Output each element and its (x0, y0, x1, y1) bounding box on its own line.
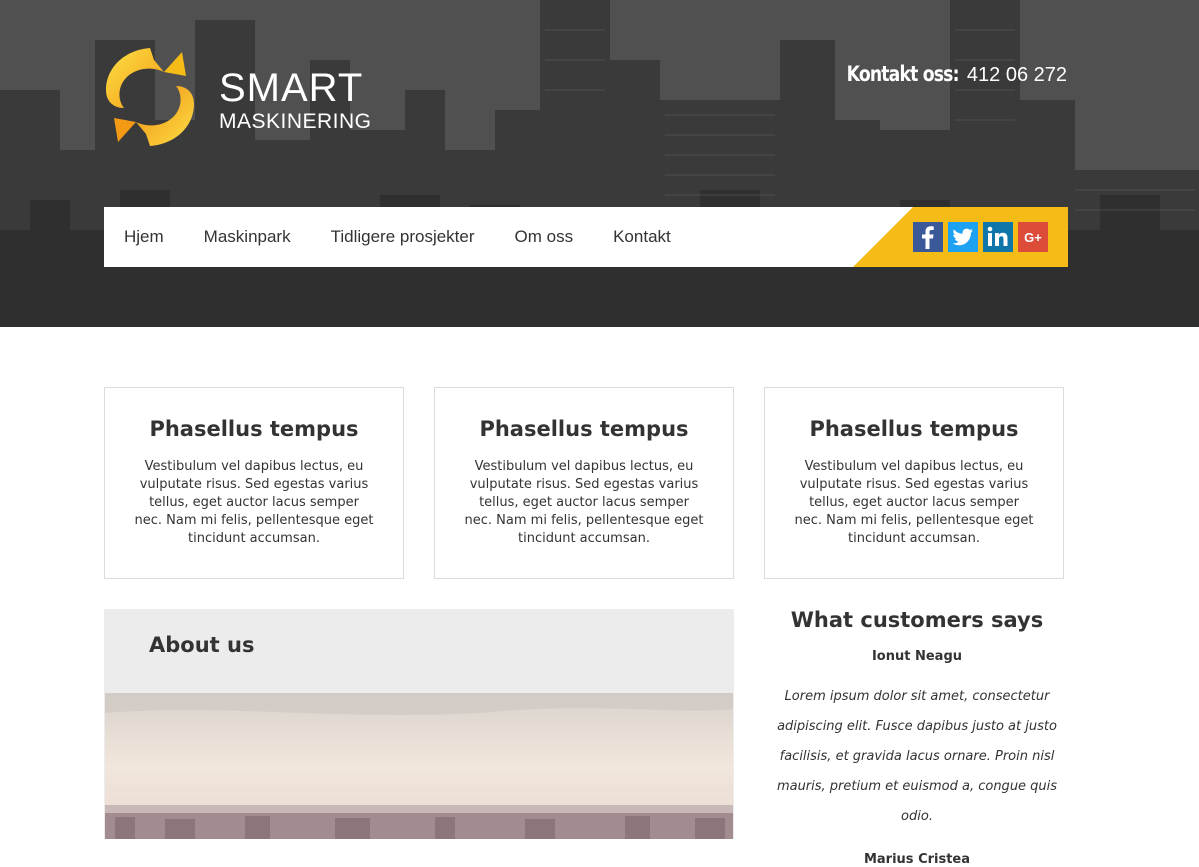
nav-item-hjem[interactable]: Hjem (124, 227, 164, 247)
feature-text: Vestibulum vel dapibus lectus, eu vulput… (464, 459, 704, 546)
about-title: About us (149, 633, 255, 657)
testimonial-author: Marius Cristea (863, 852, 971, 867)
about-section: About us (104, 609, 734, 839)
facebook-icon[interactable] (913, 222, 943, 252)
nav-menu: Hjem Maskinpark Tidligere prosjekter Om … (104, 207, 691, 267)
nav-item-tidligere-prosjekter[interactable]: Tidligere prosjekter (331, 227, 475, 247)
logo-swirl-icon (106, 48, 194, 146)
feature-text: Vestibulum vel dapibus lectus, eu vulput… (134, 459, 374, 546)
feature-text: Vestibulum vel dapibus lectus, eu vulput… (794, 459, 1034, 546)
testimonial-quote: Lorem ipsum dolor sit amet, consectetur … (776, 689, 1058, 824)
linkedin-icon[interactable] (983, 222, 1013, 252)
hero-header: SMART MASKINERING Kontakt oss: 412 06 27… (0, 0, 1199, 327)
brand-logo[interactable]: SMART MASKINERING (104, 46, 384, 150)
feature-box: Phasellus tempus Vestibulum vel dapibus … (104, 387, 404, 579)
feature-boxes: Phasellus tempus Vestibulum vel dapibus … (104, 387, 1064, 579)
main-navigation: Hjem Maskinpark Tidligere prosjekter Om … (104, 207, 1068, 267)
feature-title: Phasellus tempus (149, 417, 359, 441)
brand-name: SMART (219, 66, 364, 110)
twitter-icon[interactable] (948, 222, 978, 252)
google-plus-icon[interactable]: G+ (1018, 222, 1048, 252)
social-links: G+ (853, 207, 1068, 267)
feature-title: Phasellus tempus (479, 417, 689, 441)
nav-item-maskinpark[interactable]: Maskinpark (204, 227, 291, 247)
social-icon-group: G+ (913, 222, 1048, 252)
brand-subname: MASKINERING (219, 110, 372, 133)
header-contact: Kontakt oss: 412 06 272 (822, 62, 1067, 87)
contact-phone[interactable]: 412 06 272 (967, 64, 1067, 86)
feature-box: Phasellus tempus Vestibulum vel dapibus … (434, 387, 734, 579)
testimonials-section: What customers says Ionut Neagu Lorem ip… (764, 605, 1070, 867)
testimonials-title: What customers says (790, 608, 1044, 632)
feature-title: Phasellus tempus (809, 417, 1019, 441)
contact-label: Kontakt oss: (846, 62, 959, 86)
about-city-image (105, 693, 733, 839)
testimonial-author: Ionut Neagu (871, 649, 963, 664)
feature-box: Phasellus tempus Vestibulum vel dapibus … (764, 387, 1064, 579)
nav-item-kontakt[interactable]: Kontakt (613, 227, 671, 247)
nav-item-om-oss[interactable]: Om oss (515, 227, 574, 247)
